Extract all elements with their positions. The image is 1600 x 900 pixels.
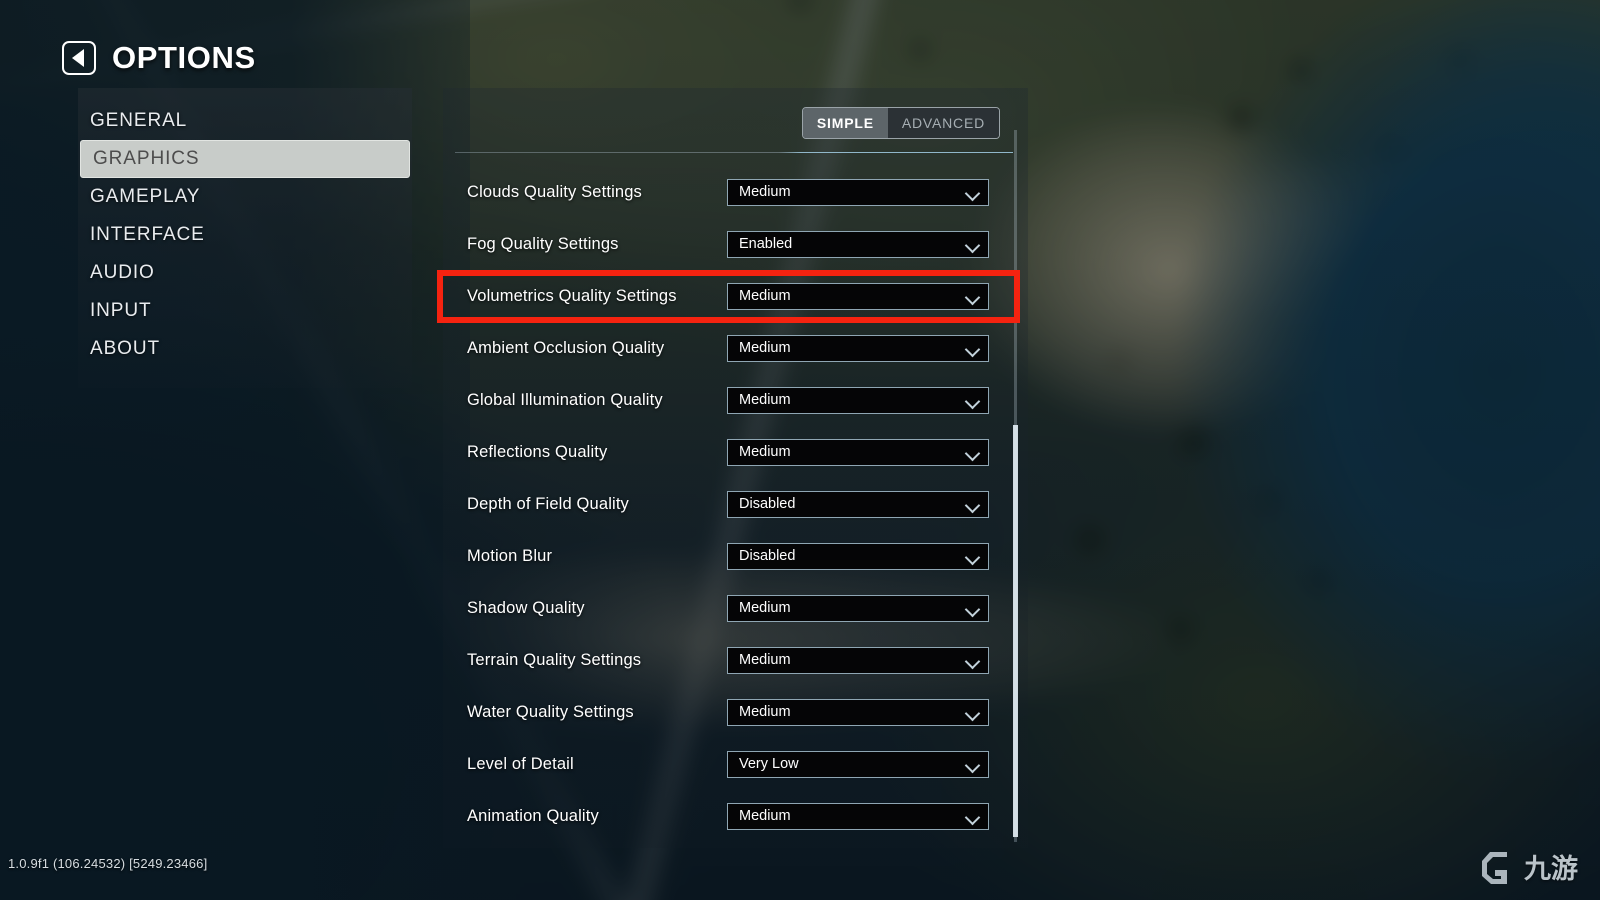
sidebar-item-label: GENERAL xyxy=(90,110,188,131)
page-title: OPTIONS xyxy=(112,40,256,75)
dropdown-value: Medium xyxy=(739,652,791,668)
setting-label: Shadow Quality xyxy=(467,598,585,617)
setting-row: Motion Blur Disabled xyxy=(443,530,1028,582)
setting-label: Reflections Quality xyxy=(467,442,608,461)
watermark: 九游 xyxy=(1477,846,1578,886)
version-label: 1.0.9f1 (106.24532) [5249.23466] xyxy=(8,856,208,871)
setting-row: Terrain Quality Settings Medium xyxy=(443,634,1028,686)
setting-dropdown[interactable]: Medium xyxy=(727,594,989,622)
setting-row: Animation Quality Medium xyxy=(443,790,1028,842)
dropdown-value: Medium xyxy=(739,704,791,720)
chevron-down-icon xyxy=(966,706,979,719)
mode-toggle-group: SIMPLE ADVANCED xyxy=(801,107,1000,139)
setting-label: Depth of Field Quality xyxy=(467,494,629,513)
chevron-down-icon xyxy=(966,290,979,303)
setting-dropdown[interactable]: Medium xyxy=(727,802,989,830)
chevron-down-icon xyxy=(966,186,979,199)
setting-label: Global Illumination Quality xyxy=(467,390,663,409)
setting-row: Volumetrics Quality Settings Medium xyxy=(443,270,1028,322)
setting-row: Shadow Quality Medium xyxy=(443,582,1028,634)
setting-dropdown[interactable]: Very Low xyxy=(727,750,989,778)
sidebar-item-general[interactable]: GENERAL xyxy=(78,102,412,140)
sidebar-item-label: GAMEPLAY xyxy=(90,186,201,207)
sidebar-item-gameplay[interactable]: GAMEPLAY xyxy=(78,178,412,216)
dropdown-value: Medium xyxy=(739,444,791,460)
setting-dropdown[interactable]: Medium xyxy=(727,282,989,310)
setting-dropdown[interactable]: Disabled xyxy=(727,490,989,518)
tab-simple[interactable]: SIMPLE xyxy=(802,108,888,138)
chevron-down-icon xyxy=(966,810,979,823)
chevron-down-icon xyxy=(966,550,979,563)
sidebar-item-label: AUDIO xyxy=(90,262,155,283)
setting-dropdown[interactable]: Medium xyxy=(727,438,989,466)
chevron-down-icon xyxy=(966,498,979,511)
chevron-down-icon xyxy=(966,654,979,667)
setting-row: Clouds Quality Settings Medium xyxy=(443,166,1028,218)
chevron-down-icon xyxy=(966,342,979,355)
dropdown-value: Medium xyxy=(739,808,791,824)
options-sidebar: GENERAL GRAPHICS GAMEPLAY INTERFACE AUDIO INP… xyxy=(78,88,412,388)
setting-label: Motion Blur xyxy=(467,546,553,565)
sidebar-item-about[interactable]: ABOUT xyxy=(78,330,412,368)
dropdown-value: Disabled xyxy=(739,548,796,564)
dropdown-value: Medium xyxy=(739,288,791,304)
setting-dropdown[interactable]: Medium xyxy=(727,698,989,726)
sidebar-item-graphics[interactable]: GRAPHICS xyxy=(80,140,410,178)
setting-label: Fog Quality Settings xyxy=(467,234,619,253)
chevron-down-icon xyxy=(966,238,979,251)
settings-scrollbar-thumb[interactable] xyxy=(1013,425,1018,837)
back-arrow-icon xyxy=(72,49,84,67)
setting-label: Volumetrics Quality Settings xyxy=(467,286,677,305)
jiuyou-logo-icon xyxy=(1482,852,1507,884)
tab-advanced[interactable]: ADVANCED xyxy=(887,108,999,138)
chevron-down-icon xyxy=(966,758,979,771)
dropdown-value: Medium xyxy=(739,340,791,356)
setting-dropdown[interactable]: Enabled xyxy=(727,230,989,258)
setting-row: Water Quality Settings Medium xyxy=(443,686,1028,738)
setting-row: Depth of Field Quality Disabled xyxy=(443,478,1028,530)
setting-label: Level of Detail xyxy=(467,754,574,773)
back-button[interactable] xyxy=(62,41,96,75)
setting-row: Ambient Occlusion Quality Medium xyxy=(443,322,1028,374)
chevron-down-icon xyxy=(966,394,979,407)
dropdown-value: Disabled xyxy=(739,496,796,512)
setting-row: Fog Quality Settings Enabled xyxy=(443,218,1028,270)
dropdown-value: Very Low xyxy=(739,756,799,772)
setting-row: Level of Detail Very Low xyxy=(443,738,1028,790)
sidebar-item-input[interactable]: INPUT xyxy=(78,292,412,330)
chevron-down-icon xyxy=(966,602,979,615)
setting-dropdown[interactable]: Medium xyxy=(727,334,989,362)
setting-row: Reflections Quality Medium xyxy=(443,426,1028,478)
dropdown-value: Enabled xyxy=(739,236,793,252)
setting-dropdown[interactable]: Medium xyxy=(727,386,989,414)
sidebar-item-label: INPUT xyxy=(90,300,152,321)
sidebar-item-label: INTERFACE xyxy=(90,224,205,245)
setting-dropdown[interactable]: Medium xyxy=(727,646,989,674)
setting-dropdown[interactable]: Disabled xyxy=(727,542,989,570)
sidebar-item-interface[interactable]: INTERFACE xyxy=(78,216,412,254)
setting-label: Water Quality Settings xyxy=(467,702,634,721)
panel-divider xyxy=(455,152,1013,153)
setting-label: Clouds Quality Settings xyxy=(467,182,642,201)
settings-list: Clouds Quality Settings Medium Fog Quality… xyxy=(443,166,1028,842)
sidebar-item-label: ABOUT xyxy=(90,338,160,359)
chevron-down-icon xyxy=(966,446,979,459)
setting-row: Global Illumination Quality Medium xyxy=(443,374,1028,426)
sidebar-item-audio[interactable]: AUDIO xyxy=(78,254,412,292)
dropdown-value: Medium xyxy=(739,184,791,200)
setting-label: Ambient Occlusion Quality xyxy=(467,338,665,357)
dropdown-value: Medium xyxy=(739,392,791,408)
settings-panel: SIMPLE ADVANCED Clouds Quality Settings M… xyxy=(443,88,1028,848)
watermark-text: 九游 xyxy=(1524,853,1578,885)
sidebar-item-label: GRAPHICS xyxy=(93,148,200,169)
setting-label: Animation Quality xyxy=(467,806,599,825)
dropdown-value: Medium xyxy=(739,600,791,616)
setting-label: Terrain Quality Settings xyxy=(467,650,642,669)
page-header: OPTIONS xyxy=(62,40,256,76)
setting-dropdown[interactable]: Medium xyxy=(727,178,989,206)
